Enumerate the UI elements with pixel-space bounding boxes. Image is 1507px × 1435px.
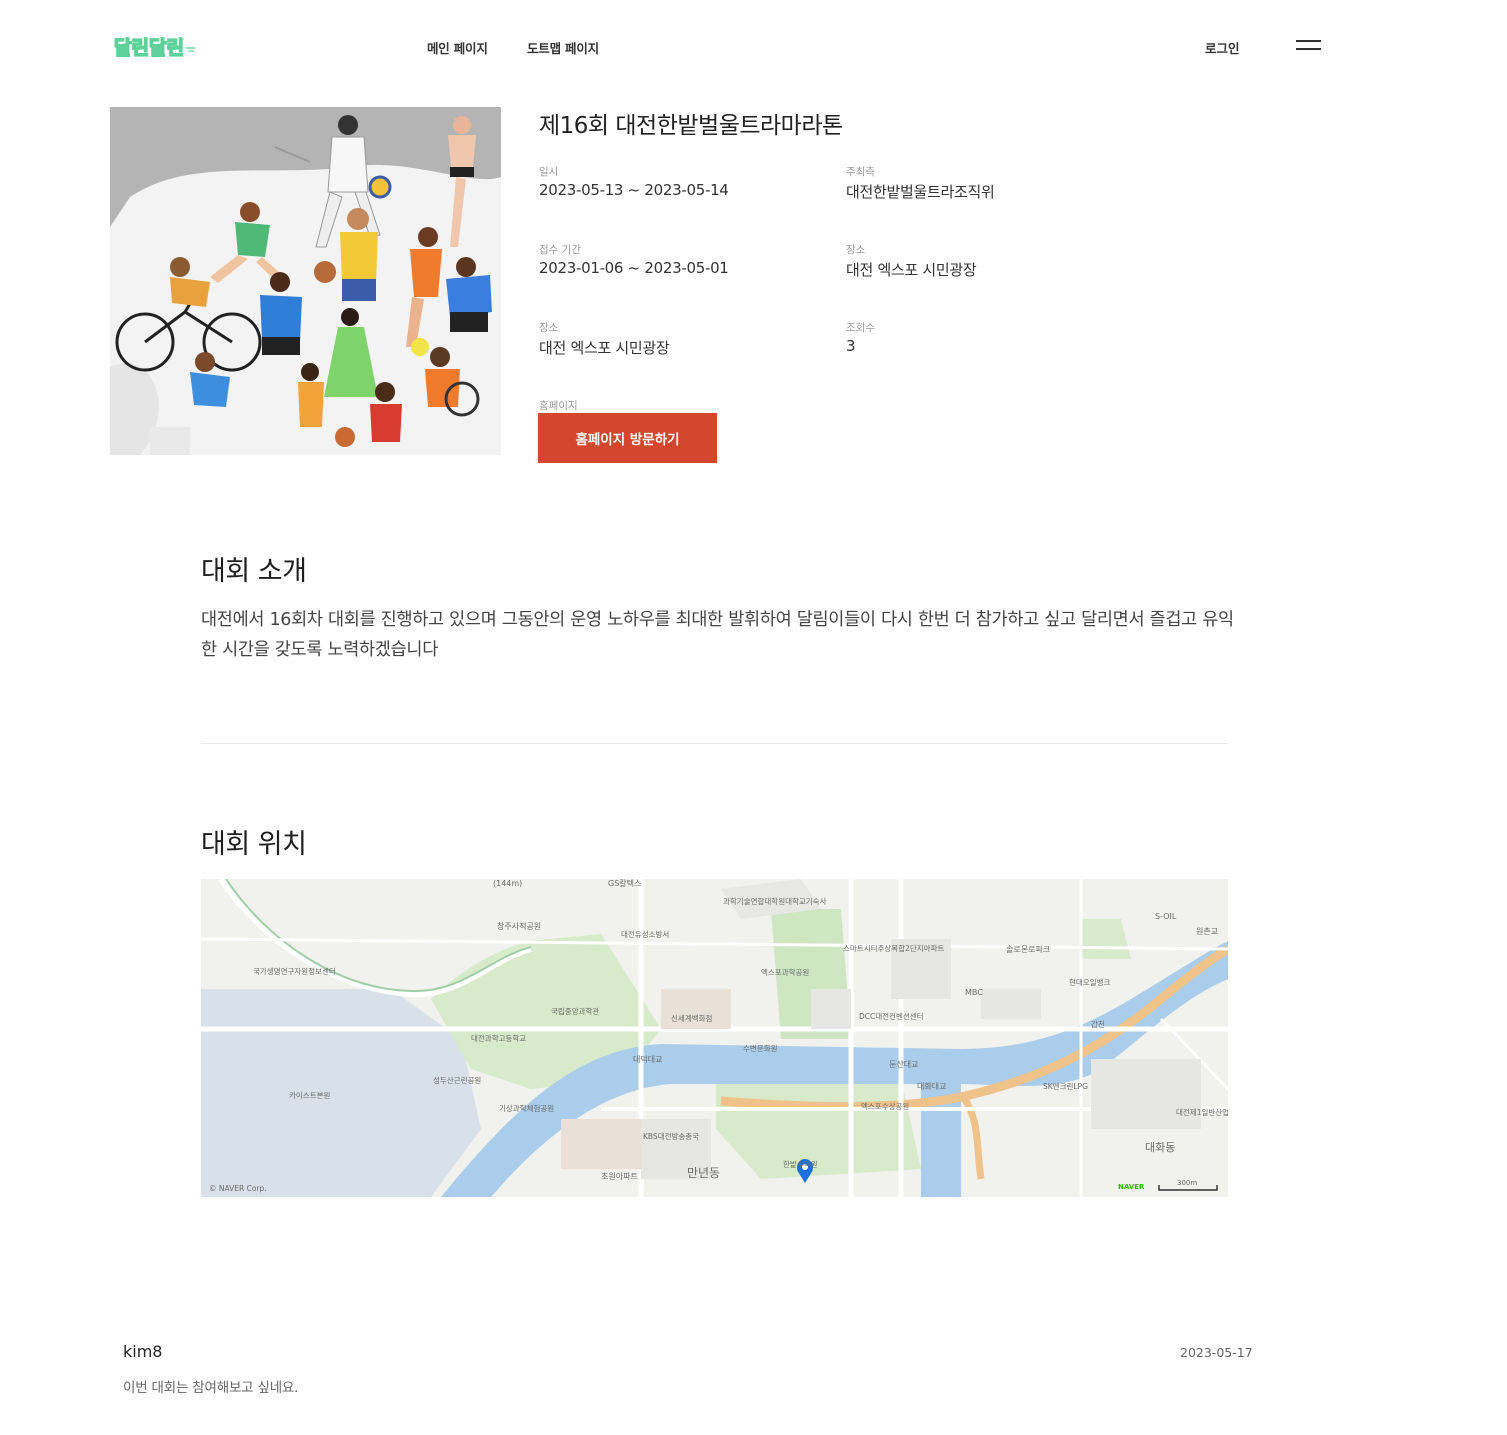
- svg-text:DCC대전컨벤션센터: DCC대전컨벤션센터: [859, 1011, 924, 1021]
- svg-text:기상과학체험공원: 기상과학체험공원: [499, 1103, 554, 1113]
- svg-text:SK엔크린LPG: SK엔크린LPG: [1043, 1081, 1088, 1091]
- logo-text: 달린달린: [114, 37, 184, 59]
- svg-text:대전과학고등학교: 대전과학고등학교: [471, 1033, 526, 1043]
- intro-text: 대전에서 16회차 대회를 진행하고 있으며 그동안의 운영 노하우를 최대한 …: [201, 610, 1234, 660]
- svg-text:현대오일뱅크: 현대오일뱅크: [1069, 977, 1110, 987]
- venue-label-2: 장소: [539, 322, 559, 334]
- svg-text:원촌교: 원촌교: [1196, 927, 1218, 936]
- svg-text:신세계백화점: 신세계백화점: [671, 1013, 712, 1023]
- svg-text:둔산대교: 둔산대교: [889, 1059, 918, 1069]
- comment-username: kim8: [123, 1342, 163, 1361]
- venue-value: 대전 엑스포 시민광장: [846, 261, 977, 279]
- date-label: 일시: [539, 166, 559, 178]
- registration-value: 2023-01-06 ~ 2023-05-01: [539, 259, 729, 277]
- organizer-label: 주최측: [846, 166, 875, 178]
- svg-text:대화대교: 대화대교: [917, 1082, 946, 1091]
- homepage-label: 홈페이지: [539, 400, 578, 412]
- event-title: 제16회 대전한밭벌울트라마라톤: [539, 113, 843, 139]
- comment-date: 2023-05-17: [1180, 1345, 1253, 1360]
- views-label: 조회수: [846, 322, 875, 334]
- registration-label: 접수 기간: [539, 244, 581, 256]
- svg-text:대덕대교: 대덕대교: [633, 1054, 662, 1064]
- nav-dotmap-page[interactable]: 도트맵 페이지: [527, 38, 599, 57]
- venue-label: 장소: [846, 244, 866, 256]
- event-poster: [110, 107, 501, 455]
- svg-text:대전제1일반산업단지: 대전제1일반산업단지: [1176, 1107, 1228, 1117]
- svg-text:성두산근린공원: 성두산근린공원: [433, 1075, 481, 1085]
- svg-text:300m: 300m: [1177, 1179, 1197, 1187]
- svg-text:국가생명연구자원정보센터: 국가생명연구자원정보센터: [253, 966, 336, 976]
- svg-text:갑천: 갑천: [1091, 1019, 1105, 1029]
- login-link[interactable]: 로그인: [1205, 38, 1240, 57]
- date-value: 2023-05-13 ~ 2023-05-14: [539, 181, 729, 199]
- svg-text:카이스트본원: 카이스트본원: [289, 1090, 330, 1100]
- svg-text:S-OIL: S-OIL: [1155, 912, 1177, 921]
- svg-text:초원아파트: 초원아파트: [601, 1171, 638, 1181]
- svg-text:한밭수목원: 한밭수목원: [783, 1160, 818, 1169]
- svg-text:KBS대전방송총국: KBS대전방송총국: [643, 1131, 699, 1141]
- svg-text:엑스포과학공원: 엑스포과학공원: [761, 967, 809, 977]
- location-heading: 대회 위치: [201, 829, 307, 860]
- svg-text:만년동: 만년동: [687, 1166, 720, 1180]
- menu-icon[interactable]: [1296, 39, 1322, 53]
- svg-text:엑스포수상공원: 엑스포수상공원: [861, 1101, 909, 1111]
- svg-text:국립중앙과학관: 국립중앙과학관: [551, 1006, 599, 1016]
- svg-text:MBC: MBC: [965, 988, 983, 997]
- svg-text:과학기술연합대학원대학교기숙사: 과학기술연합대학원대학교기숙사: [723, 896, 827, 906]
- svg-text:창주사적공원: 창주사적공원: [497, 921, 541, 931]
- nav-main-page[interactable]: 메인 페이지: [427, 38, 488, 57]
- svg-text:© NAVER Corp.: © NAVER Corp.: [209, 1184, 267, 1193]
- svg-text:솔로몬로파크: 솔로몬로파크: [1006, 945, 1050, 954]
- svg-text:GS칼텍스: GS칼텍스: [608, 879, 641, 888]
- venue-value-2: 대전 엑스포 시민광장: [539, 339, 670, 357]
- organizer-value: 대전한밭벌울트라조직위: [846, 183, 995, 201]
- location-map[interactable]: (144m) GS칼텍스 과학기술연합대학원대학교기숙사 스마트시티주상복합2단…: [201, 879, 1228, 1197]
- svg-text:수변문화원: 수변문화원: [743, 1044, 778, 1053]
- comment-text: 이번 대회는 참여해보고 싶네요.: [123, 1380, 299, 1396]
- svg-text:대화동: 대화동: [1145, 1141, 1175, 1154]
- intro-heading: 대회 소개: [201, 556, 307, 587]
- svg-text:NAVER: NAVER: [1118, 1183, 1145, 1191]
- svg-text:(144m): (144m): [493, 879, 522, 888]
- site-logo[interactable]: 달린달린: [113, 34, 196, 60]
- svg-text:스마트시티주상복합2단지아파트: 스마트시티주상복합2단지아파트: [843, 943, 944, 953]
- site-header: 달린달린 메인 페이지 도트맵 페이지 로그인: [0, 0, 1507, 92]
- visit-homepage-button[interactable]: 홈페이지 방문하기: [538, 413, 717, 463]
- views-value: 3: [846, 337, 856, 355]
- svg-text:대전유성소방서: 대전유성소방서: [621, 929, 669, 939]
- section-divider: [201, 743, 1228, 744]
